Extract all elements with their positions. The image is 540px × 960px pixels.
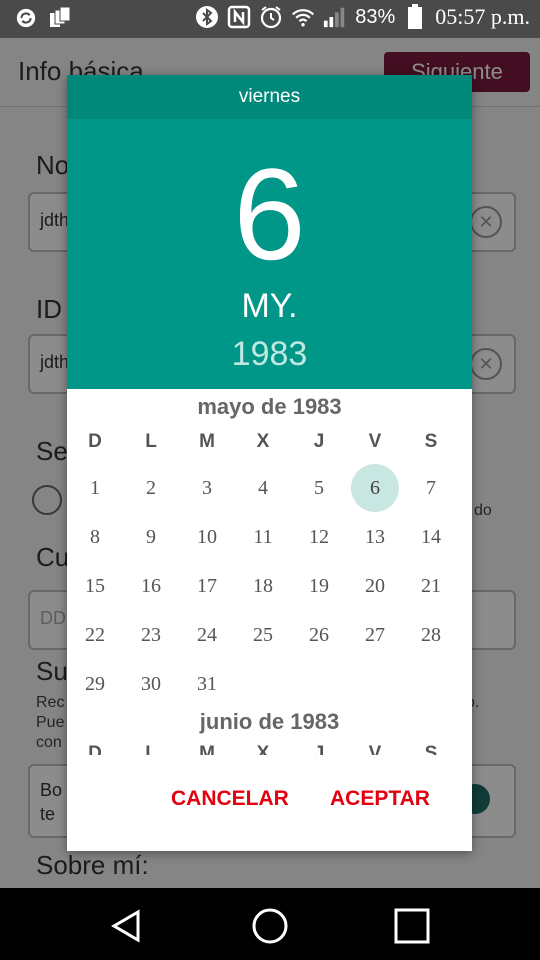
calendar-day[interactable]: 2 [127, 464, 175, 512]
calendar-day[interactable]: 1 [71, 464, 119, 512]
calendar-day[interactable]: 21 [407, 562, 455, 610]
date-picker-dialog: viernes 6 MY. 1983 mayo de 1983 D L M X J V S 1 2… [67, 75, 472, 851]
weekday-label: L [145, 431, 157, 452]
calendar-day[interactable]: 13 [351, 513, 399, 561]
status-bar: 83% 05:57 p.m. [0, 0, 540, 38]
weekday-header: DLMXJVS [67, 431, 472, 461]
accept-button[interactable]: ACEPTAR [330, 787, 430, 811]
recents-icon[interactable] [390, 904, 434, 948]
calendar-day[interactable]: 18 [239, 562, 287, 610]
calendar-day[interactable]: 14 [407, 513, 455, 561]
selected-month[interactable]: MY. [67, 287, 472, 326]
selected-day-number[interactable]: 6 [67, 139, 472, 289]
sync-icon [14, 6, 38, 30]
calendar-day[interactable]: 20 [351, 562, 399, 610]
selected-day[interactable]: 6 [351, 464, 399, 512]
weekday-label: D [88, 431, 102, 452]
calendar-day[interactable]: 22 [71, 611, 119, 659]
weekday-label: M [199, 743, 215, 755]
next-month-weekday-header: DLMXJVS [67, 743, 472, 755]
sim-cards-icon [48, 6, 72, 30]
calendar-day[interactable]: 10 [183, 513, 231, 561]
navigation-bar [0, 888, 540, 960]
date-header: 6 MY. 1983 [67, 119, 472, 389]
weekday-label: J [313, 743, 325, 755]
weekday-label: L [145, 743, 157, 755]
weekday-label: D [88, 743, 102, 755]
alarm-icon [259, 5, 283, 29]
signal-icon [323, 5, 347, 29]
cancel-button[interactable]: CANCELAR [171, 787, 289, 811]
weekday-label: V [368, 431, 382, 452]
selected-year[interactable]: 1983 [67, 335, 472, 374]
calendar-day[interactable]: 7 [407, 464, 455, 512]
dialog-actions: CANCELAR ACEPTAR [67, 755, 472, 851]
wifi-icon [291, 5, 315, 29]
calendar-day[interactable]: 11 [239, 513, 287, 561]
calendar-day[interactable]: 23 [127, 611, 175, 659]
calendar-day[interactable]: 5 [295, 464, 343, 512]
home-icon[interactable] [248, 904, 292, 948]
calendar-day[interactable]: 4 [239, 464, 287, 512]
calendar-day[interactable]: 3 [183, 464, 231, 512]
weekday-label: J [313, 431, 325, 452]
next-month-title: junio de 1983 [199, 709, 340, 734]
calendar-day[interactable]: 12 [295, 513, 343, 561]
calendar-day[interactable]: 19 [295, 562, 343, 610]
calendar-day[interactable]: 24 [183, 611, 231, 659]
bluetooth-icon [195, 5, 219, 29]
calendar-day[interactable]: 15 [71, 562, 119, 610]
battery-percent: 83% [355, 5, 396, 28]
weekday-label: X [256, 431, 270, 452]
calendar-day[interactable]: 28 [407, 611, 455, 659]
weekday-label: M [199, 431, 215, 452]
weekday-label: S [424, 743, 438, 755]
calendar-day[interactable]: 27 [351, 611, 399, 659]
calendar-day[interactable]: 9 [127, 513, 175, 561]
weekday-label: S [424, 431, 438, 452]
calendar-day[interactable]: 8 [71, 513, 119, 561]
calendar-day[interactable]: 25 [239, 611, 287, 659]
calendar-scroll-area[interactable]: mayo de 1983 D L M X J V S 1 2 3 4 5 6 7 8 9 10 11 12 13 14 15… [67, 389, 472, 755]
calendar-day[interactable]: 31 [183, 660, 231, 708]
back-icon[interactable] [104, 904, 148, 948]
clock: 05:57 p.m. [435, 4, 530, 29]
calendar-day[interactable]: 30 [127, 660, 175, 708]
selected-weekday: viernes [67, 75, 472, 119]
month-title: mayo de 1983 [197, 394, 342, 419]
calendar-day[interactable]: 29 [71, 660, 119, 708]
weekday-label: V [368, 743, 382, 755]
weekday-label: X [256, 743, 270, 755]
calendar-day[interactable]: 17 [183, 562, 231, 610]
nfc-icon [227, 5, 251, 29]
calendar-day[interactable]: 16 [127, 562, 175, 610]
calendar-day[interactable]: 26 [295, 611, 343, 659]
battery-icon [403, 4, 427, 29]
